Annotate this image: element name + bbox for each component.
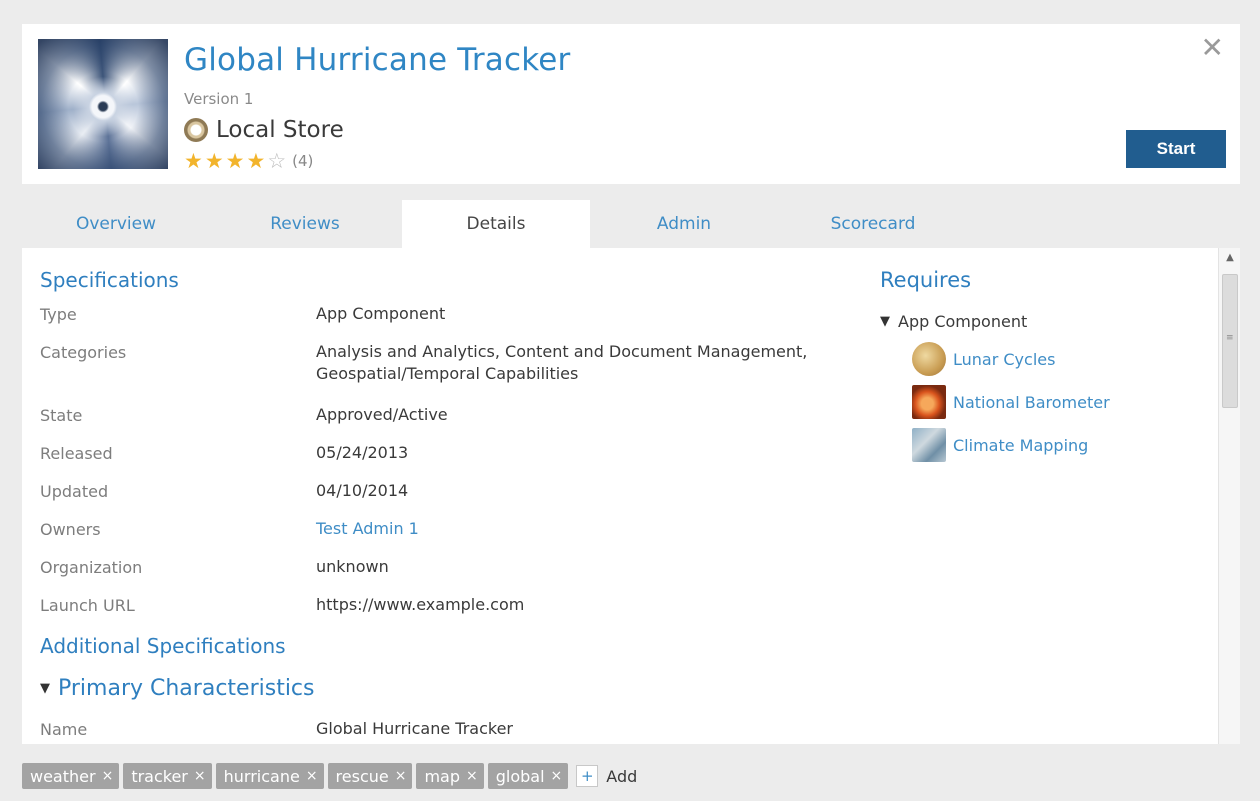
requires-item-label: Lunar Cycles (953, 349, 1056, 369)
tag-label: map (424, 766, 461, 786)
remove-tag-icon[interactable]: × (551, 768, 563, 784)
add-tag-button[interactable]: Add (606, 767, 637, 786)
spec-value-name: Global Hurricane Tracker (316, 719, 514, 738)
tag-tracker: tracker × (123, 763, 212, 789)
spec-label-launch-url: Launch URL (40, 596, 135, 615)
store-info: Local Store (184, 116, 344, 144)
climate-map-icon (912, 428, 946, 462)
scrollbar-thumb[interactable]: ≡ (1222, 274, 1238, 408)
barometer-icon (912, 385, 946, 419)
close-icon[interactable]: ✕ (1201, 32, 1224, 64)
spec-label-categories: Categories (40, 343, 127, 362)
tag-rescue: rescue × (327, 763, 413, 789)
tag-weather: weather × (22, 763, 120, 789)
requires-item-lunar-cycles[interactable]: Lunar Cycles (912, 342, 1055, 376)
listing-header: Global Hurricane Tracker Version 1 Local… (22, 24, 1240, 184)
star-rating: ★ ★ ★ ★ ☆ (4) (184, 150, 313, 172)
spec-label-owners: Owners (40, 520, 101, 539)
spec-value-state: Approved/Active (316, 405, 448, 424)
rating-count: (4) (292, 152, 314, 170)
star-filled-icon: ★ (246, 149, 266, 173)
requires-item-climate-mapping[interactable]: Climate Mapping (912, 428, 1088, 462)
tag-label: tracker (131, 766, 188, 786)
tab-bar: Overview Reviews Details Admin Scorecard (22, 200, 1240, 248)
primary-characteristics-toggle[interactable]: ▼ Primary Characteristics (40, 676, 315, 701)
tab-reviews[interactable]: Reviews (211, 200, 399, 248)
scroll-up-arrow-icon[interactable]: ▲ (1219, 252, 1240, 266)
tag-bar: weather × tracker × hurricane × rescue × map… (22, 763, 637, 789)
spec-value-launch-url: https://www.example.com (316, 595, 525, 614)
spec-value-updated: 04/10/2014 (316, 481, 409, 500)
grip-icon: ≡ (1226, 333, 1234, 343)
tab-scorecard[interactable]: Scorecard (779, 200, 967, 248)
star-empty-icon: ☆ (267, 149, 287, 173)
spec-value-organization: unknown (316, 557, 389, 576)
requires-heading: Requires (880, 268, 972, 292)
hurricane-thumbnail (38, 39, 168, 169)
spec-label-state: State (40, 406, 83, 425)
add-tag-plus-icon[interactable]: + (576, 765, 599, 787)
tag-hurricane: hurricane × (215, 763, 324, 789)
details-panel: Specifications Type App Component Catego… (22, 248, 1240, 744)
specifications-heading: Specifications (40, 268, 179, 292)
tag-label: rescue (335, 766, 389, 786)
tab-details[interactable]: Details (402, 200, 590, 248)
spec-label-name: Name (40, 720, 88, 739)
remove-tag-icon[interactable]: × (306, 768, 318, 784)
store-label: Local Store (216, 117, 344, 143)
requires-group-label: App Component (898, 312, 1028, 331)
requires-item-label: National Barometer (953, 392, 1110, 412)
triangle-down-icon: ▼ (880, 314, 890, 329)
tag-label: global (495, 766, 545, 786)
tag-label: weather (30, 766, 96, 786)
spec-label-updated: Updated (40, 482, 109, 501)
remove-tag-icon[interactable]: × (466, 768, 478, 784)
remove-tag-icon[interactable]: × (102, 768, 114, 784)
store-icon (184, 118, 208, 142)
owner-link[interactable]: Test Admin 1 (316, 518, 856, 540)
primary-characteristics-heading: Primary Characteristics (58, 676, 315, 701)
listing-title: Global Hurricane Tracker (184, 42, 571, 78)
triangle-down-icon: ▼ (40, 681, 50, 696)
requires-item-label: Climate Mapping (953, 435, 1089, 455)
spec-value-categories: Analysis and Analytics, Content and Docu… (316, 342, 808, 383)
additional-specifications-heading: Additional Specifications (40, 634, 286, 658)
spec-label-organization: Organization (40, 558, 143, 577)
tab-overview[interactable]: Overview (22, 200, 210, 248)
requires-item-national-barometer[interactable]: National Barometer (912, 385, 1110, 419)
version-label: Version 1 (184, 90, 254, 108)
requires-group-toggle[interactable]: ▼ App Component (880, 312, 1027, 331)
tag-global: global × (487, 763, 569, 789)
remove-tag-icon[interactable]: × (395, 768, 407, 784)
tag-label: hurricane (223, 766, 300, 786)
moon-icon (912, 342, 946, 376)
spec-label-type: Type (40, 305, 77, 324)
tag-map: map × (416, 763, 484, 789)
star-filled-icon: ★ (204, 149, 224, 173)
start-button[interactable]: Start (1126, 130, 1226, 168)
vertical-scrollbar[interactable]: ▲ ≡ (1218, 248, 1240, 744)
star-filled-icon: ★ (184, 149, 203, 173)
remove-tag-icon[interactable]: × (194, 768, 206, 784)
tab-admin[interactable]: Admin (590, 200, 778, 248)
spec-value-type: App Component (316, 304, 446, 323)
spec-label-released: Released (40, 444, 113, 463)
star-filled-icon: ★ (225, 149, 245, 173)
spec-value-released: 05/24/2013 (316, 443, 409, 462)
